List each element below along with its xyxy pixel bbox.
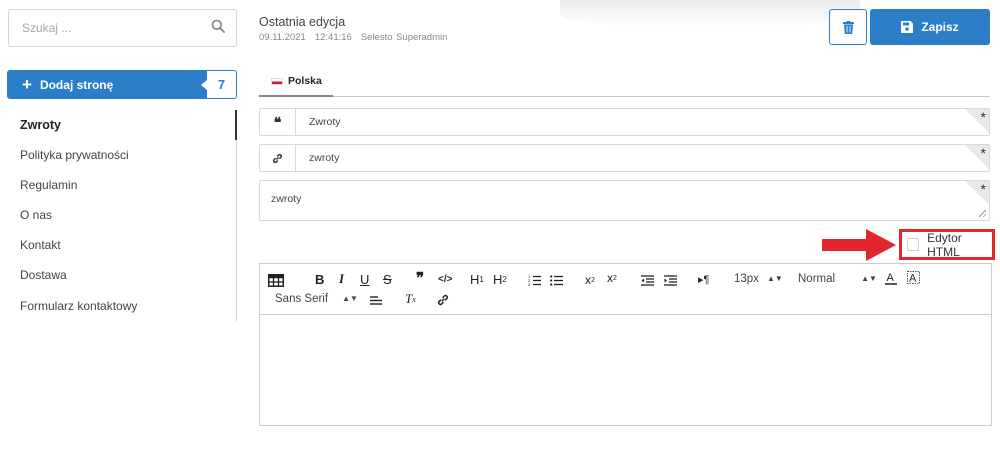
edit-user: Selesto Superadmin [360,32,448,43]
editor-content-area[interactable] [260,315,991,425]
font-color-icon[interactable]: A [885,270,897,286]
save-label: Zapisz [921,20,959,34]
tab-active-underline [259,95,333,97]
slug-value: zwroty [309,152,340,164]
editor-toolbar: B I U S ❞ </> H1 H2 123 x2 x2 ▸¶ 13px ▲▼ … [260,264,991,315]
description-value: zwroty [271,193,302,205]
search-icon[interactable] [211,19,225,38]
code-icon[interactable]: </> [438,271,452,287]
trash-icon [842,20,854,34]
page-item-polityka[interactable]: Polityka prywatności [20,148,129,162]
bold-icon[interactable]: B [315,271,324,287]
resize-grip[interactable] [979,210,986,217]
slug-field[interactable]: zwroty * [259,144,990,172]
blockquote-icon[interactable]: ❞ [416,270,424,287]
ordered-list-icon[interactable]: 123 [528,272,541,288]
superscript-icon[interactable]: x2 [607,270,617,286]
search-input[interactable] [22,21,211,35]
svg-text:A: A [887,272,895,284]
italic-icon[interactable]: I [339,271,344,287]
page-item-regulamin[interactable]: Regulamin [20,178,77,192]
page-item-o-nas[interactable]: O nas [20,208,52,222]
svg-text:3: 3 [528,282,531,286]
description-textarea[interactable]: zwroty * [259,180,990,221]
background-color-icon[interactable]: A [907,270,920,286]
link-icon [260,145,296,171]
page-item-formularz[interactable]: Formularz kontaktowy [20,299,137,313]
table-icon[interactable] [268,272,284,288]
align-icon[interactable] [370,292,382,308]
page-list: Zwroty Polityka prywatności Regulamin O … [0,110,237,321]
tab-polska[interactable]: Polska [271,75,322,87]
html-editor-checkbox[interactable] [907,238,920,251]
add-page-bar: + Dodaj stronę 7 [7,70,237,99]
font-size-select[interactable]: 13px ▲▼ [734,271,783,287]
h1-letter: H [470,271,480,287]
required-star: * [980,145,986,161]
add-page-button[interactable]: + Dodaj stronę [7,70,207,99]
heading2-icon[interactable]: H2 [493,271,507,287]
rich-text-editor: B I U S ❞ </> H1 H2 123 x2 x2 ▸¶ 13px ▲▼ … [259,263,992,426]
plus-icon: + [22,75,32,94]
insert-link-icon[interactable] [437,292,449,308]
page-count-badge: 7 [207,70,237,99]
edit-time: 12:41:16 [314,32,352,43]
svg-text:A: A [909,273,917,285]
heading-select[interactable]: Normal ▲▼ [798,271,877,287]
delete-button[interactable] [829,9,867,45]
underline-icon[interactable]: U [360,271,369,287]
bullet-list-icon[interactable] [550,272,563,288]
last-edit-title: Ostatnia edycja [259,15,346,29]
add-page-label: Dodaj stronę [39,77,114,92]
language-tabs: Polska [259,70,990,97]
font-family-value: Sans Serif [275,293,329,305]
poland-flag-icon [271,77,283,85]
h2-letter: H [493,271,503,287]
select-arrows-icon: ▲▼ [861,274,877,284]
page-item-dostawa[interactable]: Dostawa [20,268,67,282]
heading1-icon[interactable]: H1 [470,271,484,287]
font-family-select[interactable]: Sans Serif ▲▼ [275,291,358,307]
html-editor-toggle[interactable]: Edytor HTML [899,229,995,260]
select-arrows-icon: ▲▼ [342,294,358,304]
font-size-value: 13px [734,273,759,285]
strikethrough-icon[interactable]: S [383,271,392,287]
required-star: * [980,181,986,197]
top-shadow [560,0,860,28]
tab-polska-label: Polska [288,75,322,87]
clear-format-icon[interactable]: Tx [405,291,416,307]
subscript-icon[interactable]: x2 [585,272,595,288]
title-value: Zwroty [309,116,341,128]
search-box[interactable] [8,9,237,47]
active-indicator [235,110,237,140]
indent-icon[interactable] [664,272,677,288]
quote-icon: ❝ [260,109,296,135]
floppy-icon [901,21,914,33]
html-editor-label: Edytor HTML [927,230,962,259]
select-arrows-icon: ▲▼ [766,274,783,284]
page-item-zwroty[interactable]: Zwroty [20,118,61,132]
edit-date: 09.11.2021 [259,32,306,43]
heading-value: Normal [798,273,836,285]
title-field[interactable]: ❝ Zwroty * [259,108,990,136]
outdent-icon[interactable] [641,272,654,288]
last-edit-meta: 09.11.2021 12:41:16 Selesto Superadmin [259,32,456,43]
red-arrow-icon [822,229,896,261]
save-button[interactable]: Zapisz [870,9,990,45]
required-star: * [980,109,986,125]
page-item-kontakt[interactable]: Kontakt [20,238,61,252]
text-direction-icon[interactable]: ▸¶ [698,271,709,287]
